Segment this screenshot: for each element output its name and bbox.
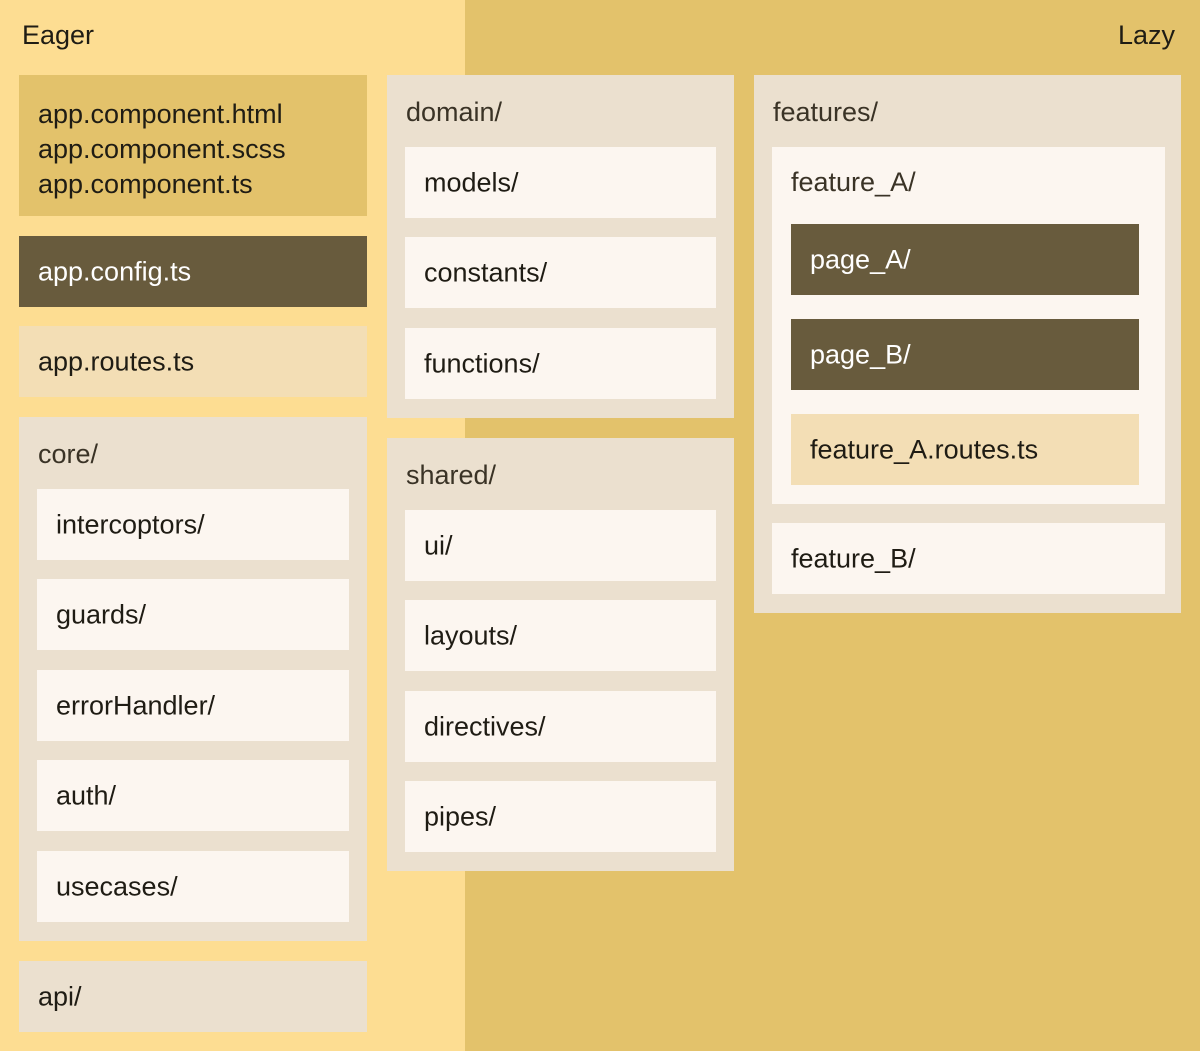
app-component-box: app.component.html app.component.scss ap… [19,75,367,216]
core-item-label: errorHandler/ [56,690,216,720]
core-item-interceptors: intercoptors/ [37,489,349,560]
lazy-label: Lazy [1117,20,1175,50]
shared-item-layouts: layouts/ [405,600,716,671]
core-item-label: guards/ [56,599,147,629]
page-b-label: page_B/ [810,339,911,369]
core-item-usecases: usecases/ [37,851,349,922]
domain-item-label: models/ [424,167,519,197]
domain-item-label: functions/ [424,348,540,378]
feature-a-routes-label: feature_A.routes.ts [810,434,1039,464]
domain-item-functions: functions/ [405,328,716,399]
app-config-box: app.config.ts [19,236,367,307]
core-item-errorhandler: errorHandler/ [37,670,349,741]
page-a-label: page_A/ [810,244,911,274]
feature-a-routes-box: feature_A.routes.ts [791,414,1139,485]
shared-item-pipes: pipes/ [405,781,716,852]
page-a-box: page_A/ [791,224,1139,295]
shared-item-label: ui/ [424,530,453,560]
app-component-scss: app.component.scss [38,134,286,164]
shared-item-directives: directives/ [405,691,716,762]
domain-item-label: constants/ [424,257,548,287]
feature-b-box: feature_B/ [772,523,1165,594]
domain-title: domain/ [406,97,503,127]
domain-item-constants: constants/ [405,237,716,308]
core-item-guards: guards/ [37,579,349,650]
app-component-html: app.component.html [38,99,283,129]
core-item-label: auth/ [56,780,117,810]
app-component-ts: app.component.ts [38,169,253,199]
app-routes-box: app.routes.ts [19,326,367,397]
core-item-label: intercoptors/ [56,509,205,539]
core-item-auth: auth/ [37,760,349,831]
feature-a-title: feature_A/ [791,167,916,197]
shared-item-label: directives/ [424,711,546,741]
app-component-files: app.component.html app.component.scss ap… [38,97,286,202]
api-label: api/ [38,981,82,1011]
api-box: api/ [19,961,367,1032]
shared-item-label: layouts/ [424,620,518,650]
eager-label: Eager [22,20,95,50]
shared-title: shared/ [406,460,497,490]
features-title: features/ [773,97,879,127]
core-item-label: usecases/ [56,871,178,901]
feature-b-label: feature_B/ [791,543,916,573]
app-config-label: app.config.ts [38,256,192,286]
shared-item-ui: ui/ [405,510,716,581]
page-b-box: page_B/ [791,319,1139,390]
domain-item-models: models/ [405,147,716,218]
shared-item-label: pipes/ [424,801,497,831]
core-title: core/ [38,439,99,469]
app-routes-label: app.routes.ts [38,346,195,376]
